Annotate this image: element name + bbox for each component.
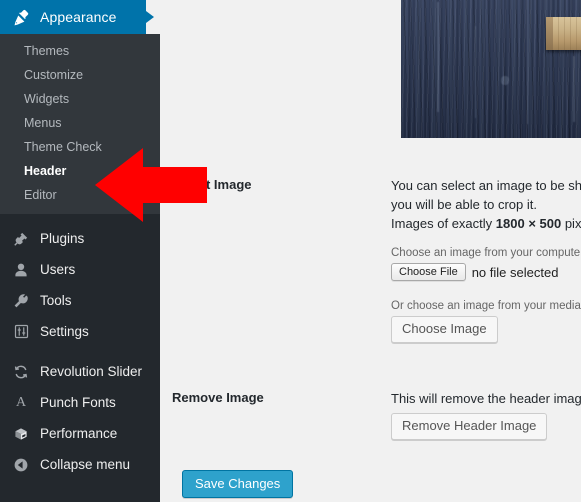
- select-image-label: Select Image: [172, 177, 252, 192]
- sidebar-item-collapse-menu[interactable]: Collapse menu: [0, 449, 160, 480]
- sidebar-plugins-label: Plugins: [40, 231, 85, 246]
- save-changes-button[interactable]: Save Changes: [182, 470, 294, 498]
- sidebar-revolution-slider-label: Revolution Slider: [40, 364, 143, 379]
- sidebar-item-themes[interactable]: Themes: [0, 39, 160, 63]
- submenu-label: Customize: [24, 68, 84, 82]
- wooden-plank-edge: [546, 17, 553, 50]
- sidebar-users-label: Users: [40, 262, 76, 277]
- choose-image-button[interactable]: Choose Image: [391, 316, 498, 343]
- sidebar-settings-label: Settings: [40, 324, 89, 339]
- sidebar-item-punch-fonts[interactable]: A Punch Fonts: [0, 387, 160, 418]
- remove-image-description: This will remove the header image.: [391, 391, 581, 406]
- submenu-label: Editor: [24, 188, 57, 202]
- media-library-label: Or choose an image from your media libra…: [391, 300, 581, 312]
- paintbrush-icon: [11, 7, 31, 27]
- wood-streak: [573, 56, 575, 122]
- sidebar-item-users[interactable]: Users: [0, 254, 160, 285]
- sidebar-item-tools[interactable]: Tools: [0, 285, 160, 316]
- sidebar-item-appearance[interactable]: Appearance: [0, 0, 160, 34]
- submenu-label: Widgets: [24, 92, 70, 106]
- menu-separator-2: [0, 347, 160, 356]
- sidebar-item-header[interactable]: Header: [0, 159, 160, 183]
- submenu-label: Menus: [24, 116, 62, 130]
- sidebar-performance-label: Performance: [40, 426, 118, 441]
- wood-streak: [475, 26, 476, 118]
- dimensions-prefix: Images of exactly: [391, 216, 496, 231]
- sidebar-item-plugins[interactable]: Plugins: [0, 223, 160, 254]
- main-content: Select Image You can select an image to …: [160, 0, 581, 502]
- dimensions-suffix: pixels: [564, 216, 581, 231]
- admin-sidebar: Appearance Themes Customize Widgets Menu…: [0, 0, 160, 502]
- cube-icon: [11, 424, 31, 444]
- wood-streak: [501, 76, 509, 85]
- sidebar-item-performance[interactable]: Performance: [0, 418, 160, 449]
- submenu-label: Theme Check: [24, 140, 102, 154]
- menu-separator: [0, 214, 160, 223]
- upload-from-computer-label: Choose an image from your computer:: [391, 247, 581, 259]
- remove-image-label: Remove Image: [172, 390, 264, 405]
- sidebar-tools-label: Tools: [40, 293, 72, 308]
- collapse-icon: [11, 455, 31, 475]
- header-image-preview[interactable]: [401, 0, 581, 138]
- wood-streak: [527, 0, 528, 124]
- submenu-label: Header: [24, 164, 67, 178]
- file-status-text: no file selected: [471, 264, 559, 280]
- sliders-icon: [11, 322, 31, 342]
- sidebar-item-settings[interactable]: Settings: [0, 316, 160, 347]
- sidebar-item-menus[interactable]: Menus: [0, 111, 160, 135]
- user-icon: [11, 260, 31, 280]
- select-image-description-line-3: Images of exactly 1800 × 500 pixels: [391, 214, 581, 233]
- image-dimensions: 1800 × 500: [495, 216, 562, 231]
- submenu-pointer-icon: [146, 0, 160, 34]
- sidebar-item-customize[interactable]: Customize: [0, 63, 160, 87]
- appearance-submenu: Themes Customize Widgets Menus Theme Che…: [0, 34, 160, 214]
- sidebar-appearance-label: Appearance: [40, 9, 117, 25]
- wrench-icon: [11, 291, 31, 311]
- select-image-description-line-1: You can select an image to be shown at t…: [391, 178, 581, 193]
- sidebar-item-revolution-slider[interactable]: Revolution Slider: [0, 356, 160, 387]
- sidebar-punch-fonts-label: Punch Fonts: [40, 395, 116, 410]
- sidebar-collapse-menu-label: Collapse menu: [40, 457, 131, 472]
- select-image-description-line-2: you will be able to crop it.: [391, 197, 537, 212]
- choose-file-button[interactable]: Choose File: [391, 263, 466, 281]
- letter-a-icon: A: [15, 394, 27, 410]
- remove-header-image-button[interactable]: Remove Header Image: [391, 413, 548, 440]
- sidebar-item-editor[interactable]: Editor: [0, 183, 160, 207]
- sidebar-item-widgets[interactable]: Widgets: [0, 87, 160, 111]
- submenu-label: Themes: [24, 44, 70, 58]
- file-upload-row: Choose File no file selected: [391, 263, 581, 281]
- plugin-icon: [11, 229, 31, 249]
- wood-streak: [437, 2, 439, 112]
- sidebar-item-theme-check[interactable]: Theme Check: [0, 135, 160, 159]
- wordpress-admin-screen: Appearance Themes Customize Widgets Menu…: [0, 0, 581, 502]
- refresh-icon: [11, 362, 31, 382]
